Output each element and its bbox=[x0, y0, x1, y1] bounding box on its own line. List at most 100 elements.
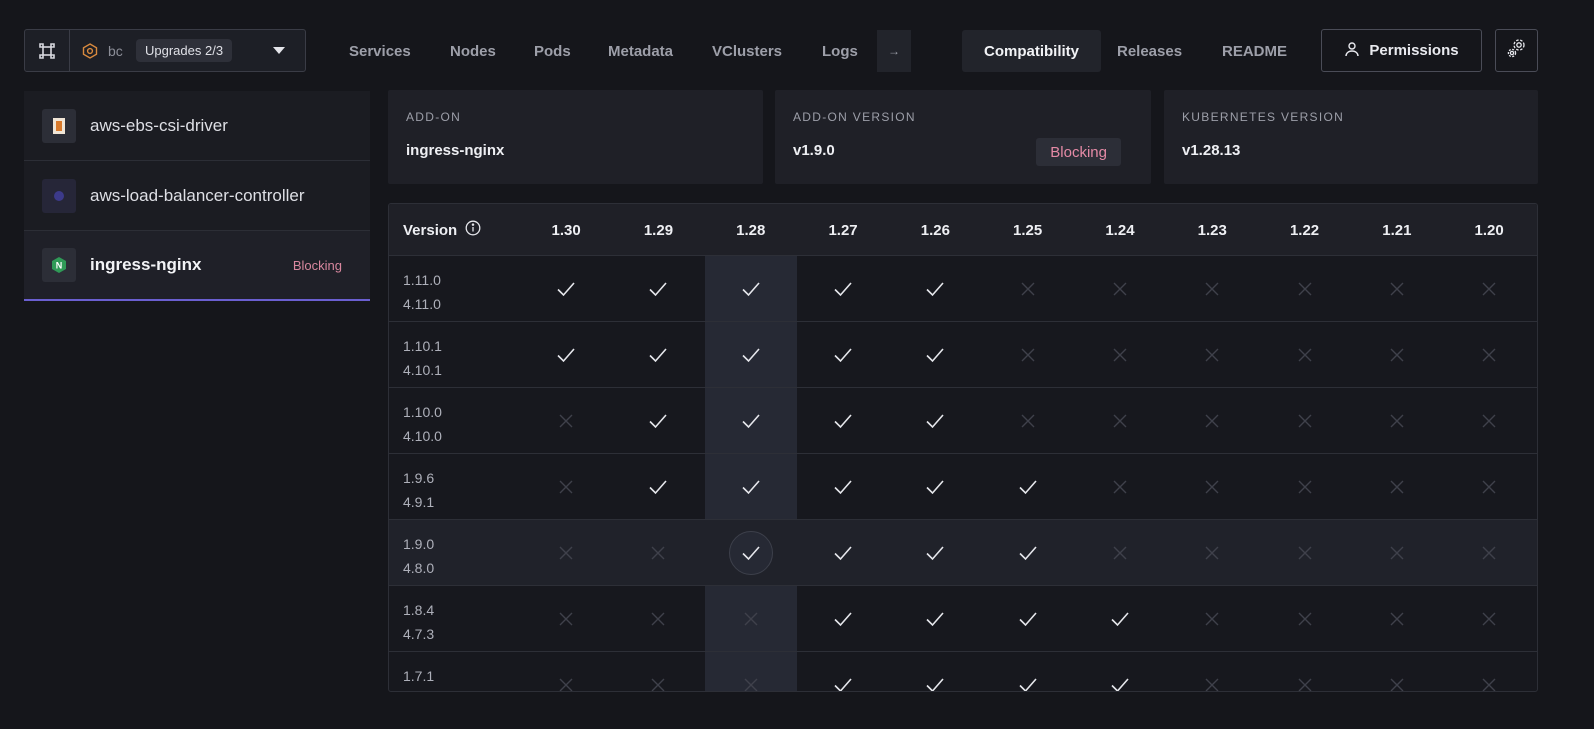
tab-logs[interactable]: Logs bbox=[822, 40, 858, 62]
incompatible-cross-icon bbox=[1443, 388, 1535, 454]
addon-version-cell: 1.9.6 4.9.1 bbox=[403, 466, 434, 514]
table-row: 1.9.6 4.9.1 bbox=[389, 454, 1537, 520]
incompatible-cross-icon bbox=[1443, 586, 1535, 652]
incompatible-cross-icon bbox=[982, 388, 1074, 454]
blocking-badge: Blocking bbox=[292, 257, 342, 273]
k8s-version-column-header: 1.20 bbox=[1474, 221, 1504, 239]
compatible-check-icon bbox=[1074, 586, 1166, 652]
k8s-version-column-header: 1.21 bbox=[1382, 221, 1412, 239]
cluster-logo-icon[interactable] bbox=[25, 30, 70, 71]
incompatible-cross-icon bbox=[1351, 388, 1443, 454]
table-row: 1.7.1 bbox=[389, 652, 1537, 691]
chart-version: 4.7.3 bbox=[403, 626, 435, 642]
cluster-name: bc bbox=[108, 42, 123, 59]
table-row: 1.8.4 4.7.3 bbox=[389, 586, 1537, 652]
compatible-check-icon bbox=[889, 322, 981, 388]
tab-nodes[interactable]: Nodes bbox=[450, 40, 496, 62]
incompatible-cross-icon bbox=[612, 520, 704, 586]
compatible-check-icon bbox=[889, 388, 981, 454]
app-version: 1.8.4 bbox=[403, 602, 435, 618]
compatible-check-icon bbox=[797, 256, 889, 322]
permissions-button[interactable]: Permissions bbox=[1321, 29, 1482, 72]
incompatible-cross-icon bbox=[1074, 256, 1166, 322]
tab-metadata[interactable]: Metadata bbox=[608, 40, 673, 62]
nav-scroll-arrow-icon[interactable]: → bbox=[877, 30, 911, 72]
sidebar-item-aws-ebs-csi-driver[interactable]: aws-ebs-csi-driver bbox=[24, 91, 370, 161]
tab-readme[interactable]: README bbox=[1222, 40, 1287, 62]
compatible-check-icon bbox=[797, 454, 889, 520]
compatible-check-icon bbox=[889, 586, 981, 652]
incompatible-cross-icon bbox=[1074, 454, 1166, 520]
compatible-check-icon bbox=[705, 388, 797, 454]
kubernetes-version-value: v1.28.13 bbox=[1182, 142, 1241, 159]
version-header: Version bbox=[403, 204, 481, 256]
incompatible-cross-icon bbox=[1258, 586, 1350, 652]
compatible-check-icon bbox=[705, 322, 797, 388]
app-version: 1.9.6 bbox=[403, 470, 435, 486]
upgrades-badge: Upgrades 2/3 bbox=[136, 39, 233, 62]
sidebar-item-ingress-nginx[interactable]: N ingress-nginx Blocking bbox=[24, 231, 370, 301]
k8s-version-column-header: 1.23 bbox=[1197, 221, 1227, 239]
incompatible-cross-icon bbox=[1166, 454, 1258, 520]
table-row: 1.9.0 4.8.0 bbox=[389, 520, 1537, 586]
compatible-check-icon bbox=[797, 322, 889, 388]
incompatible-cross-icon bbox=[520, 388, 612, 454]
aws-ebs-icon bbox=[42, 108, 76, 143]
incompatible-cross-icon bbox=[982, 322, 1074, 388]
chevron-down-icon[interactable] bbox=[273, 47, 285, 54]
incompatible-cross-icon bbox=[520, 454, 612, 520]
info-icon[interactable] bbox=[465, 220, 481, 240]
load-balancer-icon bbox=[42, 178, 76, 213]
settings-button[interactable] bbox=[1495, 29, 1538, 72]
addon-label: ADD-ON bbox=[406, 110, 462, 124]
chart-version: 4.8.0 bbox=[403, 560, 435, 576]
incompatible-cross-icon bbox=[1258, 652, 1350, 691]
incompatible-cross-icon bbox=[1074, 520, 1166, 586]
addon-value: ingress-nginx bbox=[406, 142, 505, 159]
incompatible-cross-icon bbox=[1258, 454, 1350, 520]
incompatible-cross-icon bbox=[612, 652, 704, 691]
tab-releases[interactable]: Releases bbox=[1117, 40, 1182, 62]
incompatible-cross-icon bbox=[1166, 388, 1258, 454]
sidebar-item-aws-load-balancer-controller[interactable]: aws-load-balancer-controller bbox=[24, 161, 370, 231]
addon-card: ADD-ON ingress-nginx bbox=[388, 90, 763, 184]
provider-icon bbox=[82, 42, 104, 59]
k8s-version-column-header: 1.30 bbox=[551, 221, 581, 239]
incompatible-cross-icon bbox=[1166, 520, 1258, 586]
tab-vclusters[interactable]: VClusters bbox=[712, 40, 782, 62]
app-version: 1.9.0 bbox=[403, 536, 435, 552]
addon-version-value: v1.9.0 bbox=[793, 142, 835, 159]
tab-services[interactable]: Services bbox=[349, 40, 411, 62]
incompatible-cross-icon bbox=[1351, 322, 1443, 388]
compatible-check-icon bbox=[1074, 652, 1166, 691]
k8s-version-column-header: 1.29 bbox=[643, 221, 674, 239]
incompatible-cross-icon bbox=[520, 586, 612, 652]
k8s-version-column-header: 1.28 bbox=[736, 221, 766, 239]
addon-version-cell: 1.11.0 4.11.0 bbox=[403, 268, 441, 316]
incompatible-cross-icon bbox=[520, 520, 612, 586]
incompatible-cross-icon bbox=[1258, 322, 1350, 388]
compatible-check-icon bbox=[520, 256, 612, 322]
incompatible-cross-icon bbox=[1443, 322, 1535, 388]
chart-version: 4.10.1 bbox=[403, 362, 442, 378]
table-row: 1.11.0 4.11.0 bbox=[389, 256, 1537, 322]
compatible-check-icon bbox=[705, 256, 797, 322]
incompatible-cross-icon bbox=[1258, 388, 1350, 454]
addon-version-cell: 1.10.1 4.10.1 bbox=[403, 334, 442, 382]
incompatible-cross-icon bbox=[1258, 256, 1350, 322]
blocking-badge: Blocking bbox=[1036, 138, 1121, 166]
app-version: 1.7.1 bbox=[403, 668, 435, 684]
kubernetes-version-label: KUBERNETES VERSION bbox=[1182, 110, 1345, 124]
tab-compatibility[interactable]: Compatibility bbox=[962, 30, 1101, 72]
cluster-selector[interactable]: bc Upgrades 2/3 bbox=[24, 29, 306, 72]
tab-pods[interactable]: Pods bbox=[534, 40, 571, 62]
compatible-check-icon bbox=[612, 388, 704, 454]
incompatible-cross-icon bbox=[1443, 520, 1535, 586]
k8s-version-column-header: 1.27 bbox=[828, 221, 858, 239]
incompatible-cross-icon bbox=[982, 256, 1074, 322]
nginx-icon: N bbox=[42, 248, 76, 282]
svg-text:N: N bbox=[56, 261, 63, 271]
app-version: 1.10.1 bbox=[403, 338, 442, 354]
incompatible-cross-icon bbox=[1351, 520, 1443, 586]
incompatible-cross-icon bbox=[1258, 520, 1350, 586]
